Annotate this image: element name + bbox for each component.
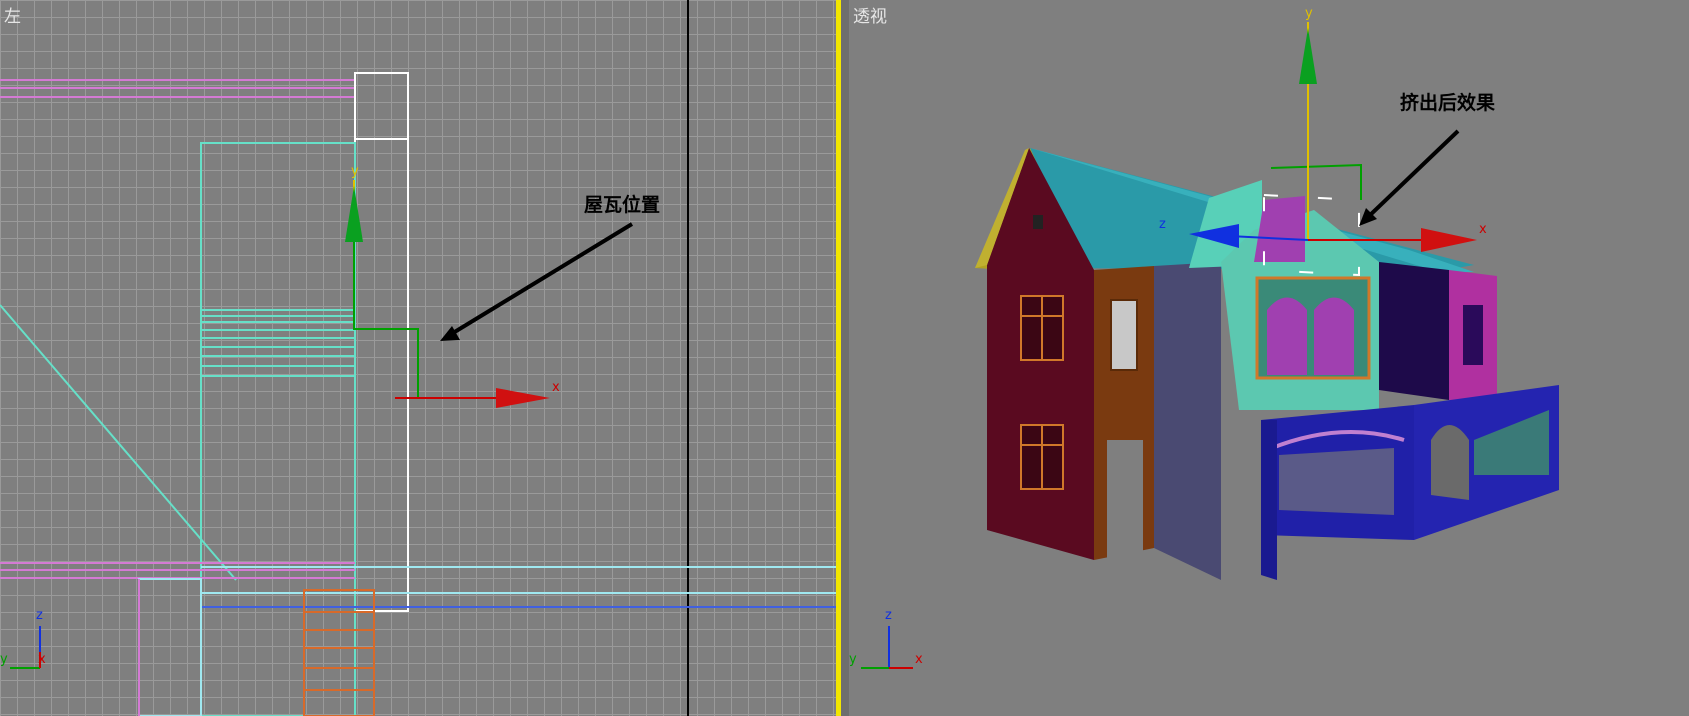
annotation-arrow-line bbox=[1365, 129, 1460, 220]
gizmo-plane-handle bbox=[1270, 163, 1362, 200]
tripod-y-label: y bbox=[849, 652, 857, 667]
viewport-divider[interactable] bbox=[841, 0, 849, 716]
left-viewport-label[interactable]: 左 bbox=[4, 2, 21, 27]
gizmo-y-label: y bbox=[351, 164, 359, 179]
gizmo-x-label: x bbox=[1479, 222, 1487, 237]
brown-wall-door bbox=[1107, 440, 1143, 560]
tripod-z-label: z bbox=[885, 608, 892, 623]
tower-attic-vent bbox=[1033, 215, 1043, 229]
dormer-arch-right bbox=[1314, 297, 1354, 375]
right-block-window bbox=[1463, 305, 1483, 365]
annotation-arrow-line bbox=[446, 222, 634, 338]
tripod-z-label: z bbox=[36, 608, 43, 623]
tripod-x-label: x bbox=[915, 652, 923, 667]
gizmo-x-arrow bbox=[1421, 228, 1477, 252]
perspective-viewport-label[interactable]: 透视 bbox=[853, 2, 887, 27]
annotation-roof-position: 屋瓦位置 bbox=[584, 194, 661, 216]
garage-pillar bbox=[1261, 420, 1277, 580]
annotation-extrude-result: 挤出后效果 bbox=[1400, 92, 1496, 114]
gizmo-x-label: x bbox=[552, 380, 560, 395]
lavender-wall bbox=[1154, 262, 1221, 580]
gizmo-x-arrow bbox=[496, 388, 550, 408]
garage-door bbox=[1279, 448, 1394, 515]
gizmo-y-arrow bbox=[345, 186, 363, 242]
tripod-y-label: y bbox=[0, 652, 8, 667]
gizmo-z-label: z bbox=[1159, 217, 1166, 232]
perspective-viewport[interactable]: 透视 挤出后效果 y x z z y x bbox=[849, 0, 1689, 716]
brown-wall-window bbox=[1110, 299, 1138, 371]
gizmo-y-arrow bbox=[1299, 28, 1317, 84]
stairs-outline bbox=[303, 589, 375, 716]
roof-tile-outline bbox=[354, 72, 409, 612]
carport-arch bbox=[1431, 425, 1469, 500]
gizmo-y-label: y bbox=[1305, 6, 1313, 21]
house-model bbox=[861, 22, 1559, 669]
dormer-arch-left bbox=[1267, 297, 1307, 375]
left-viewport[interactable]: 左 屋瓦位置 y x z y x bbox=[0, 0, 836, 716]
wire-box-bottom bbox=[138, 578, 202, 716]
left-viewport-wireframe bbox=[0, 0, 836, 716]
tripod-x-label: x bbox=[38, 652, 46, 667]
right-block bbox=[1379, 262, 1449, 400]
